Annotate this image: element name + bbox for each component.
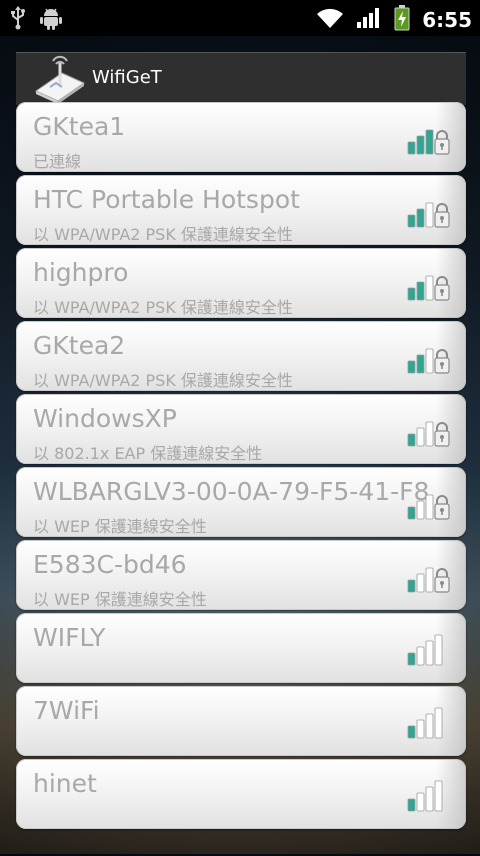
status-bar: 6:55 bbox=[0, 0, 480, 36]
wifi-signal-locked-icon bbox=[406, 195, 452, 229]
network-item[interactable]: WLBARGLV3-00-0A-79-F5-41-F8 以 WEP 保護連線安全性 bbox=[16, 467, 466, 537]
network-item[interactable]: GKtea2 以 WPA/WPA2 PSK 保護連線安全性 bbox=[16, 321, 466, 391]
network-ssid: hinet bbox=[33, 769, 97, 798]
network-status: 已連線 bbox=[33, 152, 82, 171]
wifi-signal-icon bbox=[406, 779, 452, 813]
network-ssid: WindowsXP bbox=[33, 404, 177, 433]
battery-charging-icon bbox=[394, 5, 410, 35]
network-item[interactable]: WindowsXP 以 802.1x EAP 保護連線安全性 bbox=[16, 394, 466, 464]
network-item[interactable]: E583C-bd46 以 WEP 保護連線安全性 bbox=[16, 540, 466, 610]
network-ssid: GKtea2 bbox=[33, 331, 126, 360]
network-status: 以 WPA/WPA2 PSK 保護連線安全性 bbox=[33, 225, 293, 244]
wifi-signal-icon bbox=[406, 706, 452, 740]
wifi-signal-locked-icon bbox=[406, 560, 452, 594]
network-status: 以 WPA/WPA2 PSK 保護連線安全性 bbox=[33, 298, 293, 317]
network-ssid: HTC Portable Hotspot bbox=[33, 185, 300, 214]
network-ssid: GKtea1 bbox=[33, 112, 126, 141]
network-item[interactable]: hinet bbox=[16, 759, 466, 829]
wifi-icon bbox=[316, 7, 344, 33]
wifi-signal-locked-icon bbox=[406, 487, 452, 521]
wifi-signal-locked-icon bbox=[406, 414, 452, 448]
network-ssid: E583C-bd46 bbox=[33, 550, 187, 579]
wifi-signal-locked-icon bbox=[406, 122, 452, 156]
wifi-signal-locked-icon bbox=[406, 341, 452, 375]
network-list: GKtea1 已連線 HTC Portable Hotspot 以 WPA/WPA2 … bbox=[16, 102, 466, 832]
wifi-signal-locked-icon bbox=[406, 268, 452, 302]
network-item[interactable]: 7WiFi bbox=[16, 686, 466, 756]
status-time: 6:55 bbox=[422, 8, 472, 32]
network-ssid: WLBARGLV3-00-0A-79-F5-41-F8 bbox=[33, 477, 430, 506]
android-debug-icon bbox=[40, 6, 62, 34]
cell-signal-icon bbox=[356, 7, 382, 33]
network-status: 以 802.1x EAP 保護連線安全性 bbox=[33, 444, 263, 463]
network-item[interactable]: highpro 以 WPA/WPA2 PSK 保護連線安全性 bbox=[16, 248, 466, 318]
network-item[interactable]: WIFLY bbox=[16, 613, 466, 683]
wifi-signal-icon bbox=[406, 633, 452, 667]
network-ssid: WIFLY bbox=[33, 623, 106, 652]
usb-icon bbox=[10, 6, 26, 34]
network-status: 以 WPA/WPA2 PSK 保護連線安全性 bbox=[33, 371, 293, 390]
wifiget-app: WifiGeT GKtea1 已連線 HTC Portable Hotspot 以 W… bbox=[16, 52, 466, 852]
wifi-router-icon bbox=[32, 55, 88, 104]
app-title-bar: WifiGeT bbox=[16, 52, 466, 105]
network-status: 以 WEP 保護連線安全性 bbox=[33, 590, 207, 609]
app-title: WifiGeT bbox=[92, 67, 162, 88]
network-item[interactable]: HTC Portable Hotspot 以 WPA/WPA2 PSK 保護連線安… bbox=[16, 175, 466, 245]
network-item[interactable]: GKtea1 已連線 bbox=[16, 102, 466, 172]
network-ssid: highpro bbox=[33, 258, 129, 287]
network-status: 以 WEP 保護連線安全性 bbox=[33, 517, 207, 536]
network-ssid: 7WiFi bbox=[33, 696, 100, 725]
